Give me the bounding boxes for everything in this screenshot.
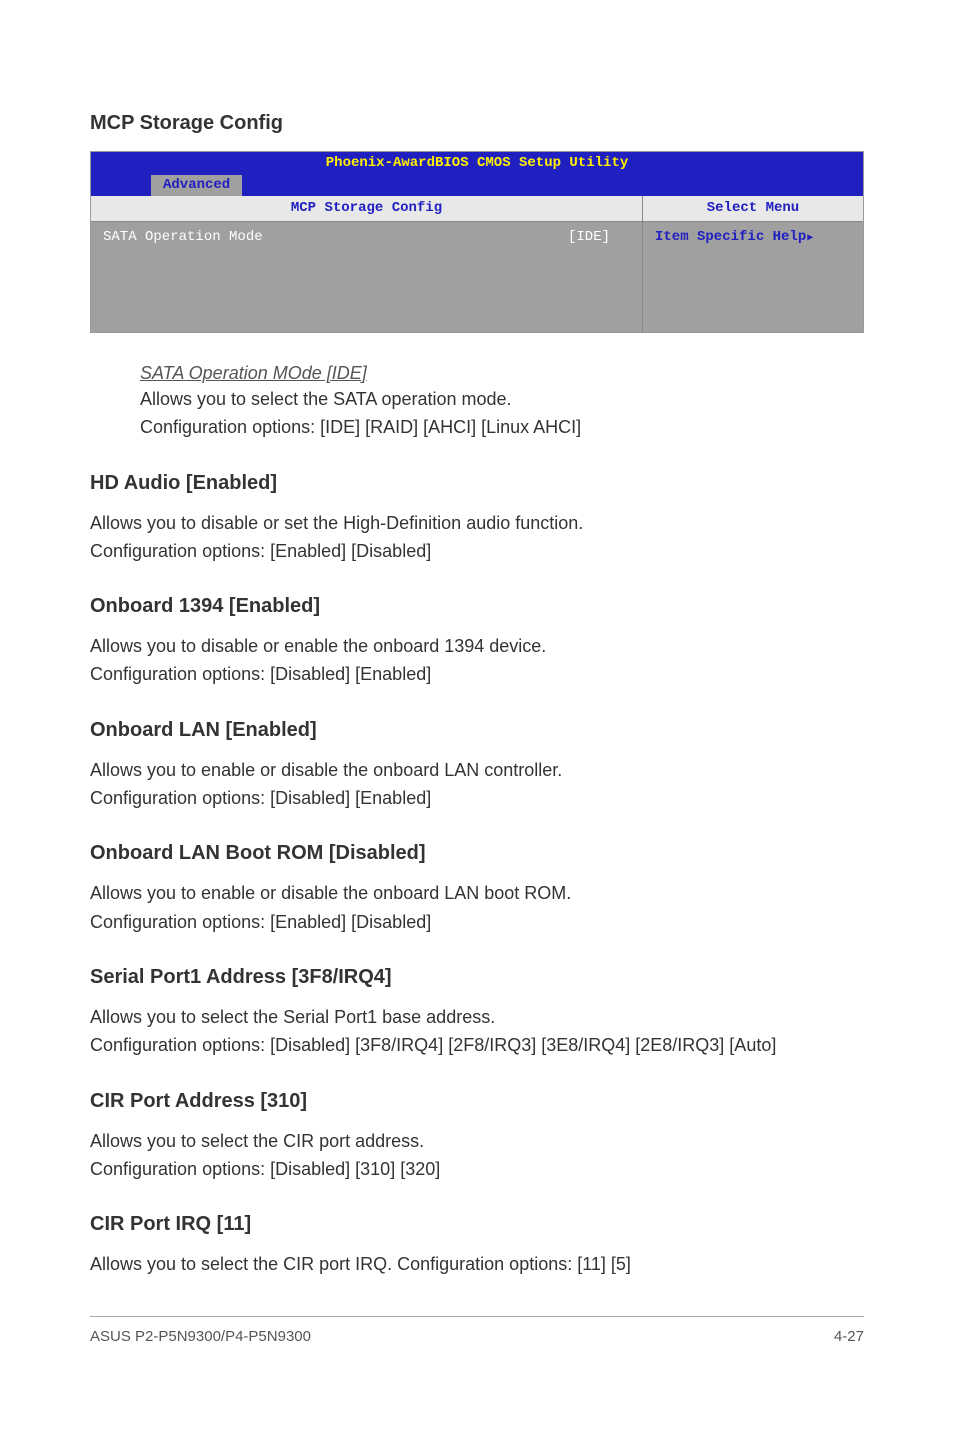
serial-port1-opts: Configuration options: [Disabled] [3F8/I… <box>90 1033 864 1057</box>
sata-op-mode-title: SATA Operation MOde [IDE] <box>140 361 864 385</box>
onboard-lan-boot-desc: Allows you to enable or disable the onbo… <box>90 881 864 905</box>
footer-product: ASUS P2-P5N9300/P4-P5N9300 <box>90 1327 311 1347</box>
onboard-1394-desc: Allows you to disable or enable the onbo… <box>90 634 864 658</box>
onboard-lan-heading: Onboard LAN [Enabled] <box>90 717 864 744</box>
onboard-lan-desc: Allows you to enable or disable the onbo… <box>90 758 864 782</box>
mcp-storage-heading: MCP Storage Config <box>90 110 864 137</box>
bios-row-sata-mode: SATA Operation Mode [IDE] <box>103 228 630 247</box>
serial-port1-desc: Allows you to select the Serial Port1 ba… <box>90 1005 864 1029</box>
onboard-1394-opts: Configuration options: [Disabled] [Enabl… <box>90 662 864 686</box>
cir-port-irq-heading: CIR Port IRQ [11] <box>90 1211 864 1238</box>
sata-op-mode-desc: Allows you to select the SATA operation … <box>140 387 864 411</box>
onboard-lan-opts: Configuration options: [Disabled] [Enabl… <box>90 786 864 810</box>
onboard-lan-boot-heading: Onboard LAN Boot ROM [Disabled] <box>90 840 864 867</box>
cir-port-irq-desc: Allows you to select the CIR port IRQ. C… <box>90 1252 864 1276</box>
bios-row-label: SATA Operation Mode <box>103 228 263 247</box>
footer-page-number: 4-27 <box>834 1327 864 1347</box>
bios-left-header: MCP Storage Config <box>91 196 642 222</box>
hd-audio-desc: Allows you to disable or set the High-De… <box>90 511 864 535</box>
bios-right-header: Select Menu <box>643 196 863 222</box>
cir-port-addr-opts: Configuration options: [Disabled] [310] … <box>90 1157 864 1181</box>
cir-port-addr-desc: Allows you to select the CIR port addres… <box>90 1129 864 1153</box>
hd-audio-heading: HD Audio [Enabled] <box>90 470 864 497</box>
hd-audio-opts: Configuration options: [Enabled] [Disabl… <box>90 539 864 563</box>
bios-row-value: [IDE] <box>568 228 630 247</box>
serial-port1-heading: Serial Port1 Address [3F8/IRQ4] <box>90 964 864 991</box>
bios-tab-advanced: Advanced <box>151 175 242 196</box>
bios-title: Phoenix-AwardBIOS CMOS Setup Utility <box>91 152 863 175</box>
onboard-1394-heading: Onboard 1394 [Enabled] <box>90 593 864 620</box>
onboard-lan-boot-opts: Configuration options: [Enabled] [Disabl… <box>90 910 864 934</box>
page-footer: ASUS P2-P5N9300/P4-P5N9300 4-27 <box>90 1316 864 1347</box>
bios-help-text: Item Specific Help <box>655 229 813 245</box>
sata-op-mode-opts: Configuration options: [IDE] [RAID] [AHC… <box>140 415 864 439</box>
bios-screenshot: Phoenix-AwardBIOS CMOS Setup Utility Adv… <box>90 151 864 333</box>
cir-port-addr-heading: CIR Port Address [310] <box>90 1088 864 1115</box>
bios-tab-bar: Advanced <box>91 175 863 196</box>
